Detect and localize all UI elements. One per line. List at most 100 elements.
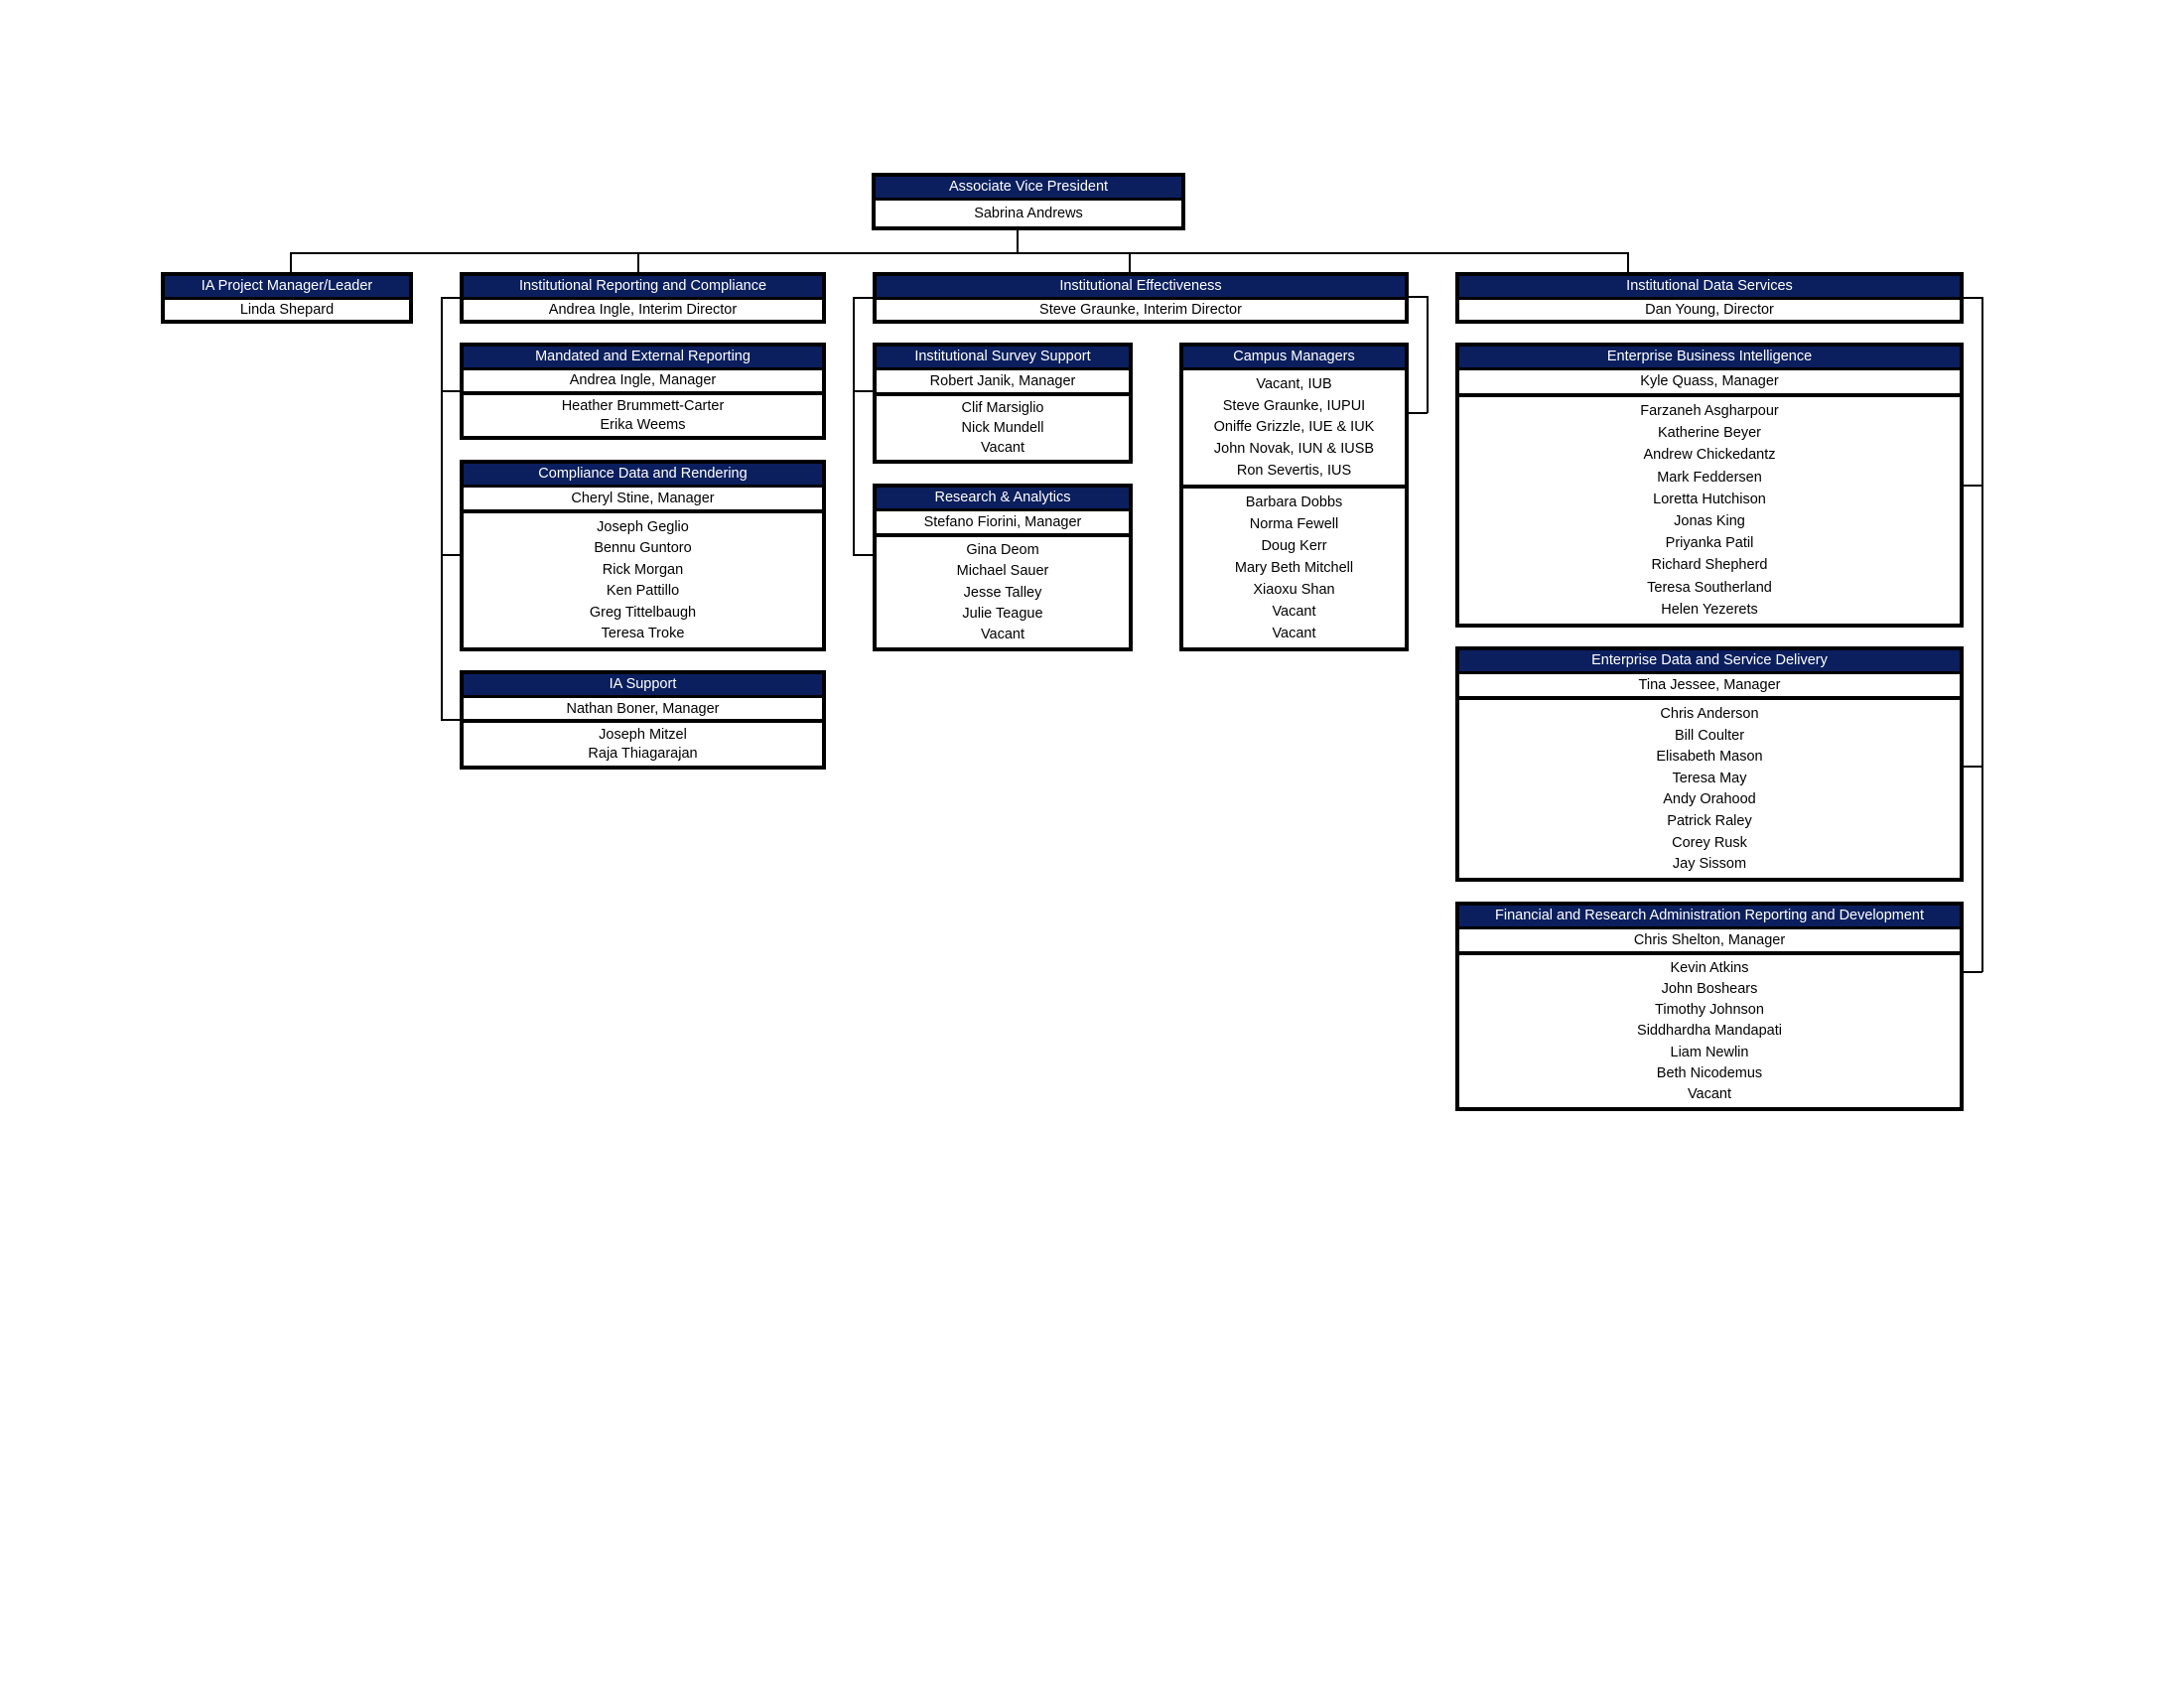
person-name: Tina Jessee, Manager — [1638, 677, 1781, 694]
connector — [1408, 296, 1428, 298]
box-ia-project-manager: IA Project Manager/Leader Linda Shepard — [161, 272, 413, 324]
person-name: Chris Shelton, Manager — [1633, 931, 1786, 948]
person-name: Siddhardha Mandapati — [1637, 1023, 1782, 1040]
person-name: Ken Pattillo — [606, 583, 680, 600]
connector — [290, 252, 292, 273]
person-name: Vacant — [980, 439, 1025, 456]
connector — [1963, 766, 1982, 768]
staff-section: Kevin Atkins John Boshears Timothy Johnson… — [1459, 950, 1960, 1107]
connector — [853, 297, 855, 555]
person-name: Nathan Boner, Manager — [566, 700, 720, 717]
box-research-analytics: Research & Analytics Stefano Fiorini, Man… — [873, 484, 1133, 651]
connector — [1408, 412, 1428, 414]
person-name: Katherine Beyer — [1658, 425, 1761, 442]
lead-section: Sabrina Andrews — [876, 201, 1181, 226]
person-name: Jonas King — [1674, 512, 1745, 529]
connector — [290, 252, 1628, 254]
connector — [1963, 971, 1982, 973]
person-name: Farzaneh Asgharpour — [1640, 403, 1779, 419]
connector — [1129, 252, 1131, 273]
person-name: Bennu Guntoro — [594, 540, 692, 557]
connector — [853, 390, 874, 392]
lead-section: Steve Graunke, Interim Director — [877, 300, 1405, 320]
person-name: Heather Brummett-Carter — [561, 397, 725, 414]
person-name: Vacant — [1272, 625, 1316, 641]
staff-section: Joseph Geglio Bennu Guntoro Rick Morgan Ken… — [464, 509, 822, 647]
person-name: Nick Mundell — [961, 419, 1044, 436]
person-name: Gina Deom — [966, 542, 1039, 559]
box-title: Institutional Data Services — [1459, 276, 1960, 300]
person-name: Richard Shepherd — [1651, 557, 1768, 574]
lead-section: Vacant, IUB Steve Graunke, IUPUI Oniffe Gr… — [1183, 370, 1405, 485]
box-title: Institutional Effectiveness — [877, 276, 1405, 300]
lead-section: Linda Shepard — [165, 300, 409, 320]
person-name: Andrea Ingle, Interim Director — [548, 302, 738, 318]
person-name: John Boshears — [1661, 981, 1758, 998]
box-title: Associate Vice President — [876, 177, 1181, 201]
person-name: Raja Thiagarajan — [588, 746, 698, 763]
connector — [441, 719, 461, 721]
connector — [1017, 229, 1019, 253]
staff-section: Joseph Mitzel Raja Thiagarajan — [464, 719, 822, 766]
box-institutional-data-services: Institutional Data Services Dan Young, Di… — [1455, 272, 1964, 324]
box-institutional-reporting-compliance: Institutional Reporting and Compliance An… — [460, 272, 826, 324]
staff-section: Clif Marsiglio Nick Mundell Vacant — [877, 391, 1129, 461]
person-name: Erika Weems — [600, 416, 686, 433]
box-title: Enterprise Data and Service Delivery — [1459, 650, 1960, 674]
connector — [1627, 252, 1629, 273]
person-name: Barbara Dobbs — [1245, 493, 1343, 510]
box-enterprise-data-service-delivery: Enterprise Data and Service Delivery Tina… — [1455, 646, 1964, 882]
connector — [853, 297, 874, 299]
person-name: Sabrina Andrews — [974, 206, 1083, 221]
person-name: Doug Kerr — [1261, 537, 1327, 554]
person-name: Julie Teague — [962, 605, 1043, 622]
lead-section: Nathan Boner, Manager — [464, 698, 822, 719]
box-title: Enterprise Business Intelligence — [1459, 347, 1960, 370]
box-title: Mandated and External Reporting — [464, 347, 822, 370]
staff-section: Heather Brummett-Carter Erika Weems — [464, 390, 822, 436]
lead-section: Kyle Quass, Manager — [1459, 370, 1960, 393]
box-title: Institutional Survey Support — [877, 347, 1129, 370]
person-name: Bill Coulter — [1674, 727, 1745, 744]
box-title: IA Support — [464, 674, 822, 698]
person-name: Clif Marsiglio — [961, 399, 1044, 416]
lead-section: Stefano Fiorini, Manager — [877, 511, 1129, 533]
box-title: Financial and Research Administration Re… — [1459, 906, 1960, 929]
person-name: Liam Newlin — [1670, 1044, 1749, 1060]
staff-section: Barbara Dobbs Norma Fewell Doug Kerr Mary B… — [1183, 484, 1405, 647]
person-name: Dan Young, Director — [1645, 302, 1774, 318]
box-associate-vice-president: Associate Vice President Sabrina Andrews — [872, 173, 1185, 230]
lead-section: Andrea Ingle, Interim Director — [464, 300, 822, 320]
box-institutional-effectiveness: Institutional Effectiveness Steve Graunke… — [873, 272, 1409, 324]
person-name: Timothy Johnson — [1655, 1002, 1764, 1019]
person-name: Teresa Southerland — [1647, 579, 1772, 596]
connector — [441, 390, 461, 392]
connector — [441, 554, 461, 556]
box-title: Campus Managers — [1183, 347, 1405, 370]
person-name: Jesse Talley — [963, 584, 1042, 601]
connector — [1981, 297, 1983, 972]
person-name: Loretta Hutchison — [1653, 491, 1766, 507]
person-name: Steve Graunke, IUPUI — [1222, 397, 1366, 414]
box-title: Compliance Data and Rendering — [464, 464, 822, 488]
person-name: Kevin Atkins — [1670, 960, 1749, 977]
person-name: Jay Sissom — [1672, 856, 1747, 873]
person-name: Andy Orahood — [1663, 791, 1756, 808]
lead-section: Robert Janik, Manager — [877, 370, 1129, 392]
person-name: Joseph Mitzel — [599, 726, 687, 743]
box-campus-managers: Campus Managers Vacant, IUB Steve Graunke,… — [1179, 343, 1409, 651]
person-name: Chris Anderson — [1660, 705, 1759, 722]
person-name: Stefano Fiorini, Manager — [923, 514, 1082, 531]
box-enterprise-business-intelligence: Enterprise Business Intelligence Kyle Qua… — [1455, 343, 1964, 628]
person-name: Cheryl Stine, Manager — [571, 491, 715, 507]
box-financial-research-admin-reporting: Financial and Research Administration Re… — [1455, 902, 1964, 1111]
person-name: Norma Fewell — [1249, 515, 1339, 532]
person-name: Xiaoxu Shan — [1253, 581, 1335, 598]
person-name: Vacant — [1272, 603, 1316, 620]
person-name: Oniffe Grizzle, IUE & IUK — [1213, 419, 1375, 436]
person-name: Priyanka Patil — [1665, 535, 1754, 552]
person-name: Steve Graunke, Interim Director — [1039, 302, 1242, 318]
person-name: Mary Beth Mitchell — [1234, 559, 1354, 576]
person-name: Beth Nicodemus — [1656, 1064, 1763, 1081]
person-name: Ron Severtis, IUS — [1236, 462, 1352, 479]
